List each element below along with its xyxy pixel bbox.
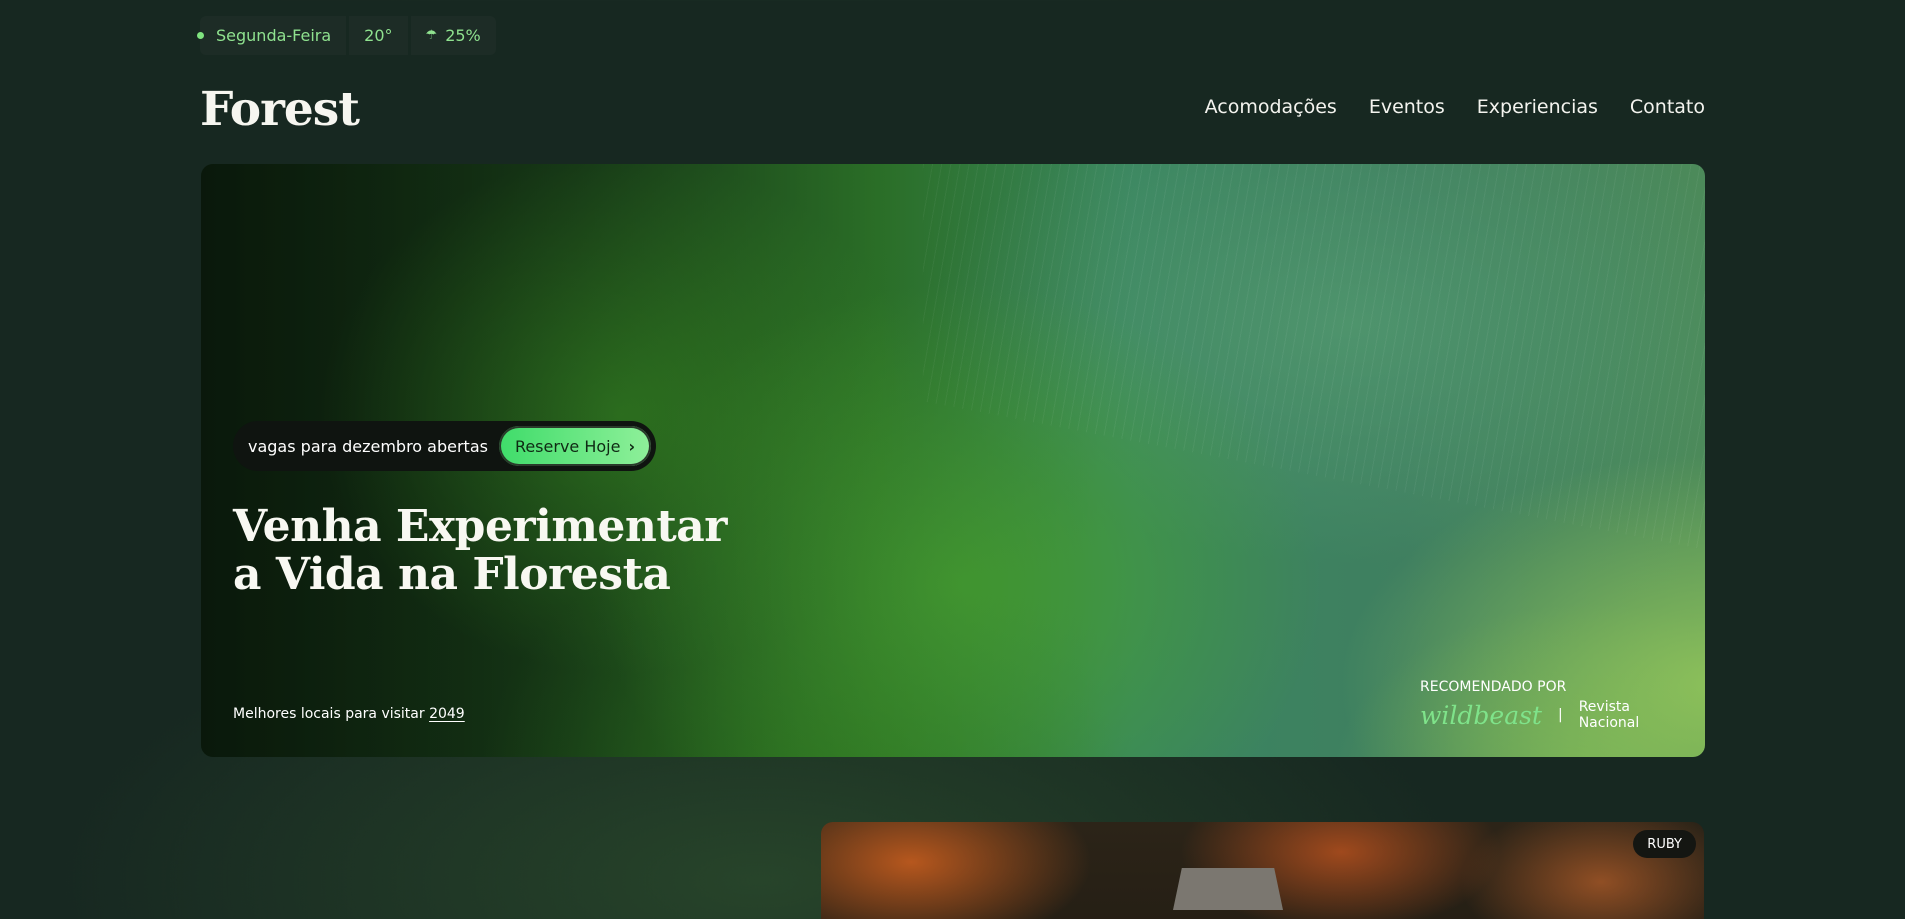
recommended-separator: | bbox=[1557, 707, 1563, 723]
best-places-text: Melhores locais para visitar 2049 bbox=[233, 706, 465, 722]
wildbeast-logo: wildbeast bbox=[1420, 700, 1542, 730]
booking-text: vagas para dezembro abertas bbox=[248, 436, 488, 456]
weather-bar: Segunda-Feira 20° ☂ 25% bbox=[197, 16, 496, 55]
weather-rain: ☂ 25% bbox=[410, 16, 496, 55]
best-places-label: Melhores locais para visitar bbox=[233, 706, 430, 722]
nav-item-acomodacoes[interactable]: Acomodações bbox=[1205, 96, 1337, 118]
hero-headline: Venha Experimentar a Vida na Floresta bbox=[233, 503, 727, 599]
recommended-label: RECOMENDADO POR bbox=[1420, 679, 1567, 695]
nav-item-eventos[interactable]: Eventos bbox=[1369, 96, 1445, 118]
main-nav: Acomodações Eventos Experiencias Contato bbox=[1205, 96, 1705, 118]
revista-nacional-logo: Revista Nacional bbox=[1578, 699, 1640, 731]
temperature-value: 20° bbox=[364, 26, 393, 45]
site-logo[interactable]: Forest bbox=[200, 82, 360, 137]
cabin-roof-image bbox=[1173, 868, 1283, 910]
hero-banner: vagas para dezembro abertas Reserve Hoje… bbox=[201, 164, 1705, 757]
reserve-button-label: Reserve Hoje bbox=[514, 436, 621, 456]
reserve-button[interactable]: Reserve Hoje › bbox=[499, 426, 651, 466]
nav-item-contato[interactable]: Contato bbox=[1630, 96, 1705, 118]
headline-line-1: Venha Experimentar bbox=[233, 501, 727, 552]
status-dot-icon bbox=[197, 32, 204, 39]
rain-cloud-icon: ☂ bbox=[425, 28, 438, 43]
weather-day: Segunda-Feira bbox=[197, 16, 347, 55]
chevron-right-icon: › bbox=[628, 436, 636, 456]
nav-item-experiencias[interactable]: Experiencias bbox=[1477, 96, 1598, 118]
card-badge: RUBY bbox=[1633, 830, 1696, 858]
headline-line-2: a Vida na Floresta bbox=[233, 549, 671, 600]
best-places-year-link[interactable]: 2049 bbox=[429, 706, 465, 722]
accommodation-card[interactable]: RUBY bbox=[821, 822, 1704, 919]
recommended-by: RECOMENDADO POR wildbeast | Revista Naci… bbox=[1420, 679, 1690, 731]
weather-temperature: 20° bbox=[349, 16, 408, 55]
weather-day-label: Segunda-Feira bbox=[216, 26, 332, 45]
rain-chance-value: 25% bbox=[445, 26, 481, 45]
booking-pill: vagas para dezembro abertas Reserve Hoje… bbox=[233, 421, 656, 471]
